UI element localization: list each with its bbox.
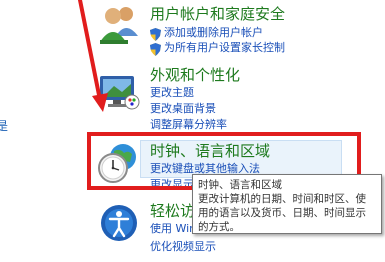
left-panel-fragment[interactable]: 是: [0, 117, 8, 134]
ease-of-access-icon[interactable]: [96, 200, 142, 246]
clock-globe-icon[interactable]: [94, 140, 140, 186]
category-title-user-accounts[interactable]: 用户帐户和家庭安全: [150, 5, 285, 23]
category-title-clock-language-region[interactable]: 时钟、语言和区域: [150, 142, 270, 160]
appearance-icon[interactable]: [96, 68, 142, 114]
tooltip-description: 更改计算机的日期、时间和时区、使用的语言以及货币、日期、时间显示的方式。: [198, 193, 366, 233]
link-add-remove-accounts[interactable]: 添加或删除用户帐户: [164, 26, 263, 39]
link-adjust-screen-resolution[interactable]: 调整屏幕分辨率: [150, 118, 227, 131]
shield-icon: [150, 26, 161, 41]
control-panel-view: 是 用户帐户和家庭安全 添加或删除用户帐户 为所有用户设置家长控制 外观和个性化…: [0, 0, 385, 262]
users-icon[interactable]: [96, 2, 142, 48]
category-title-appearance[interactable]: 外观和个性化: [150, 66, 240, 84]
category-title-ease-of-access[interactable]: 轻松访: [150, 202, 195, 220]
tooltip-title: 时钟、语言和区域: [198, 179, 282, 191]
shield-icon: [150, 41, 161, 56]
tooltip: 时钟、语言和区域 更改计算机的日期、时间和时区、使用的语言以及货币、日期、时间显…: [192, 174, 382, 234]
link-change-display[interactable]: 更改显示: [150, 178, 194, 191]
link-change-desktop-background[interactable]: 更改桌面背景: [150, 102, 216, 115]
link-change-theme[interactable]: 更改主题: [150, 86, 194, 99]
link-parental-controls[interactable]: 为所有用户设置家长控制: [164, 41, 285, 54]
link-use-windows[interactable]: 使用 Win: [150, 222, 196, 235]
link-optimize-video-display[interactable]: 优化视频显示: [150, 240, 216, 253]
